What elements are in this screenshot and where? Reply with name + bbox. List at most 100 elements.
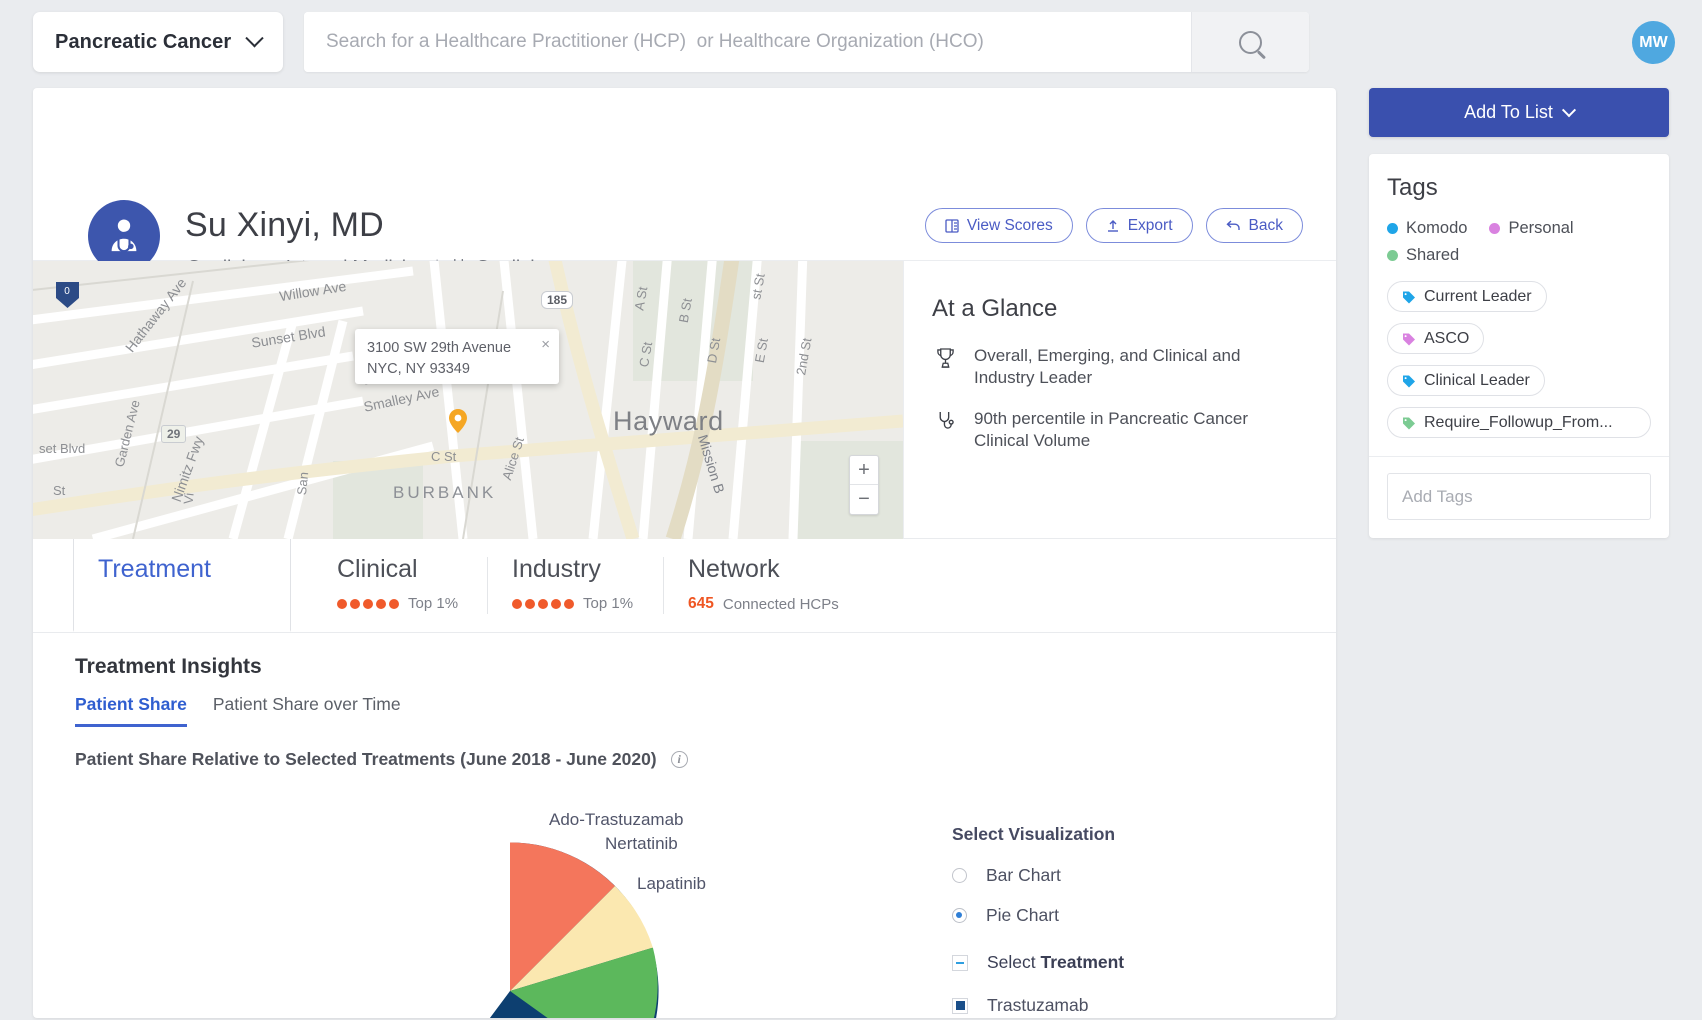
view-scores-label: View Scores — [966, 216, 1053, 234]
map-street-stvi: St — [53, 483, 66, 498]
tag-chip-asco[interactable]: ASCO — [1387, 323, 1485, 354]
user-avatar[interactable]: MW — [1632, 21, 1675, 64]
tab-label: Treatment — [98, 555, 212, 583]
export-button[interactable]: Export — [1085, 208, 1193, 243]
select-treatment-label: Select Treatment — [987, 952, 1125, 972]
tag-chip-label: Current Leader — [1424, 287, 1532, 305]
stethoscope-icon — [932, 408, 958, 431]
add-to-list-label: Add To List — [1464, 102, 1553, 122]
info-icon[interactable]: i — [670, 751, 688, 768]
main-card: Su Xinyi, MD Cardiology; Internal Medici… — [33, 88, 1336, 1018]
svg-text:0: 0 — [64, 286, 70, 297]
chart-title-row: Patient Share Relative to Selected Treat… — [75, 749, 1294, 770]
tab-label: Industry — [512, 555, 601, 583]
map-zoom-out-button[interactable]: − — [850, 485, 878, 514]
insights-heading: Treatment Insights — [75, 655, 262, 678]
patient-share-pie-chart — [489, 842, 659, 1018]
tag-icon — [1403, 417, 1415, 429]
subtab-patient-share-over-time[interactable]: Patient Share over Time — [213, 694, 401, 727]
tab-industry[interactable]: Industry Top 1% — [488, 539, 663, 632]
radio-icon-selected — [952, 908, 967, 923]
pie-label-ado-trastuzamab: Ado-Trastuzamab — [549, 810, 684, 829]
radio-pie-chart-label: Pie Chart — [986, 905, 1059, 925]
page-title: Su Xinyi, MD — [185, 206, 384, 244]
legend-personal: Personal — [1489, 219, 1574, 238]
tab-network[interactable]: Network 645 Connected HCPs — [664, 539, 894, 632]
search-button[interactable] — [1191, 12, 1309, 72]
map-and-glance-row: Hayward BURBANK Willow Ave Sunset Blvd H… — [33, 260, 1336, 539]
search-input[interactable] — [304, 12, 1191, 72]
tags-legend: Komodo Personal Shared — [1387, 219, 1651, 265]
tag-chip-list: Current Leader ASCO Clinical Leader Requ… — [1387, 281, 1651, 438]
tab-rank-text: Top 1% — [408, 595, 459, 612]
legend-label: Personal — [1508, 219, 1574, 237]
legend-komodo: Komodo — [1387, 219, 1467, 238]
glance-item-text: 90th percentile in Pancreatic Cancer Cli… — [974, 408, 1249, 451]
legend-swatch-icon — [1489, 223, 1501, 234]
tab-sublabel: Top 1% — [512, 595, 663, 612]
right-rail: Add To List Tags Komodo Personal Shared — [1369, 88, 1669, 538]
legend-label: Komodo — [1406, 219, 1468, 237]
map-pin-icon — [449, 409, 467, 433]
export-label: Export — [1127, 216, 1173, 234]
glance-item: 90th percentile in Pancreatic Cancer Cli… — [932, 408, 1304, 453]
checkbox-trastuzamab[interactable]: Trastuzamab — [952, 995, 1282, 1016]
map-address-popup: × 3100 SW 29th Avenue NYC, NY 93349 — [355, 329, 559, 384]
popup-address-line2: NYC, NY 93349 — [367, 360, 470, 377]
profile-header: Su Xinyi, MD Cardiology; Internal Medici… — [33, 88, 1336, 329]
insights-subtabs: Patient Share Patient Share over Time — [75, 694, 1294, 727]
tab-label: Network — [688, 555, 780, 583]
map-street-vi: Vi — [180, 492, 197, 505]
tag-chip-require-followup[interactable]: Require_Followup_From... — [1387, 407, 1651, 438]
tag-chip-clinical-leader[interactable]: Clinical Leader — [1387, 365, 1545, 396]
tags-panel: Tags Komodo Personal Shared Current Lead… — [1369, 154, 1669, 538]
collapse-minus-icon — [952, 954, 968, 971]
top-bar: Pancreatic Cancer MW — [0, 0, 1702, 82]
tag-chip-current-leader[interactable]: Current Leader — [1387, 281, 1547, 312]
radio-pie-chart[interactable]: Pie Chart — [952, 905, 1282, 926]
glance-item-text: Overall, Emerging, and Clinical and Indu… — [974, 346, 1241, 388]
rank-dots-icon — [337, 598, 399, 609]
tags-divider — [1369, 456, 1669, 457]
add-to-list-button[interactable]: Add To List — [1369, 88, 1669, 137]
interstate-shield-icon: 0 — [56, 282, 79, 308]
tab-sublabel: 645 Connected HCPs — [688, 595, 894, 613]
back-button[interactable]: Back — [1205, 208, 1303, 243]
popup-address-line1: 3100 SW 29th Avenue — [367, 340, 512, 356]
tag-icon — [1403, 375, 1415, 387]
legend-swatch-icon — [1387, 223, 1398, 234]
search-icon — [1239, 30, 1262, 54]
add-tags-input[interactable] — [1387, 473, 1651, 520]
pie-label-lapatinib: Lapatinib — [637, 874, 707, 893]
highway-shield-185: 185 — [541, 291, 574, 309]
map-street-cst2: C St — [431, 449, 457, 464]
tag-chip-label: ASCO — [1424, 329, 1470, 347]
visualization-panel: Select Visualization Bar Chart Pie Chart… — [952, 824, 1282, 1018]
select-visualization-heading: Select Visualization — [952, 824, 1116, 844]
radio-bar-chart-label: Bar Chart — [986, 865, 1061, 885]
view-scores-button[interactable]: View Scores — [924, 208, 1073, 243]
tag-chip-label: Clinical Leader — [1424, 371, 1530, 389]
radio-bar-chart[interactable]: Bar Chart — [952, 865, 1282, 886]
pie-label-nertatinib: Nertatinib — [605, 834, 678, 853]
tab-rank-text: Top 1% — [583, 595, 634, 612]
therapy-area-dropdown[interactable]: Pancreatic Cancer — [33, 12, 283, 72]
tag-icon — [1403, 333, 1415, 345]
location-map[interactable]: Hayward BURBANK Willow Ave Sunset Blvd H… — [33, 261, 903, 539]
select-treatment-toggle[interactable]: Select Treatment — [952, 952, 1282, 973]
back-label: Back — [1248, 216, 1283, 234]
close-icon[interactable]: × — [541, 334, 550, 355]
therapy-area-label: Pancreatic Cancer — [55, 30, 232, 53]
route-badge-29: 29 — [161, 425, 187, 443]
profile-actions: View Scores Export Back — [924, 208, 1303, 243]
tab-sublabel: Top 1% — [337, 595, 487, 612]
map-zoom-in-button[interactable]: + — [850, 456, 878, 485]
checkbox-icon — [952, 997, 968, 1014]
profile-tabs: Treatment Clinical Top 1% Industry Top 1… — [33, 538, 1336, 632]
legend-swatch-icon — [1387, 250, 1398, 261]
subtab-patient-share[interactable]: Patient Share — [75, 694, 187, 727]
tab-clinical[interactable]: Clinical Top 1% — [337, 539, 487, 632]
legend-label: Shared — [1406, 246, 1460, 264]
map-street-setblvd: set Blvd — [39, 441, 86, 456]
tab-treatment[interactable]: Treatment — [73, 539, 291, 632]
